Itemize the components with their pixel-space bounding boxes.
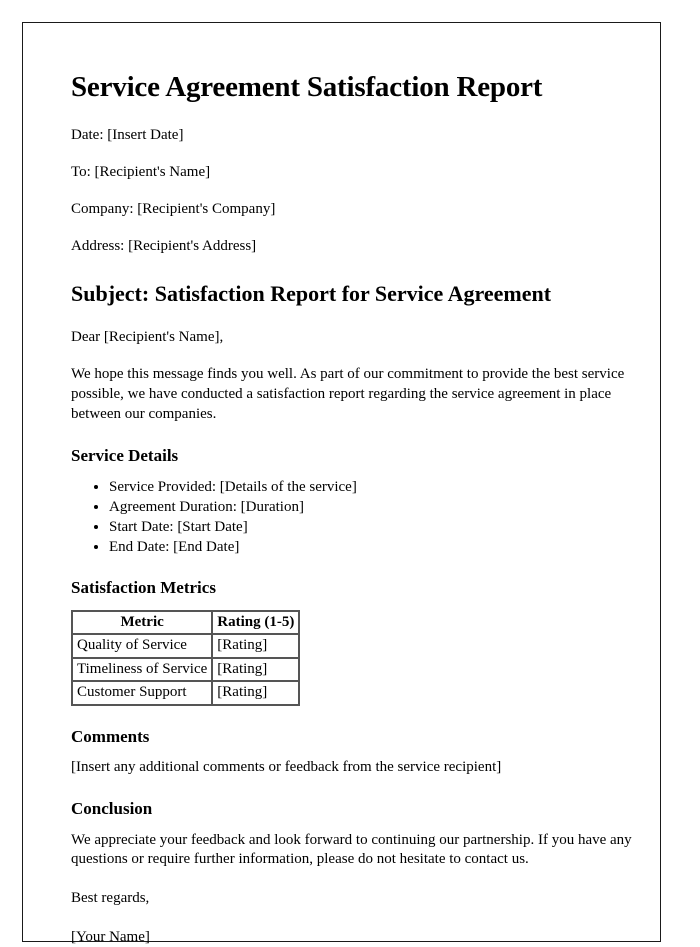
subject-heading: Subject: Satisfaction Report for Service… [71,281,552,307]
comments-heading: Comments [71,726,150,746]
page-title: Service Agreement Satisfaction Report [71,71,543,103]
satisfaction-metrics-table: Metric Rating (1-5) Quality of Service [… [71,609,301,706]
table-row: Timeliness of Service [Rating] [72,657,300,682]
service-details-heading: Service Details [71,446,179,466]
signature-line: [Your Name] [71,928,150,945]
table-row: Customer Support [Rating] [72,681,300,705]
salutation: Dear [Recipient's Name], [71,328,224,345]
conclusion-heading: Conclusion [71,799,153,819]
meta-recipient-address: Address: [Recipient's Address] [71,237,257,254]
cell-metric-name: Customer Support [72,681,213,705]
list-item: Start Date: [Start Date] [109,518,649,538]
table-row: Quality of Service [Rating] [72,634,300,658]
cell-rating-value: [Rating] [212,657,300,682]
document-page: Service Agreement Satisfaction Report Da… [22,22,661,945]
cell-rating-value: [Rating] [212,634,300,658]
comments-text: [Insert any additional comments or feedb… [71,759,502,776]
list-item: Service Provided: [Details of the servic… [109,478,649,498]
closing-line: Best regards, [71,890,150,907]
meta-recipient-company: Company: [Recipient's Company] [71,200,276,217]
list-item: Agreement Duration: [Duration] [109,498,649,518]
intro-paragraph: We hope this message finds you well. As … [71,366,625,423]
meta-recipient-name: To: [Recipient's Name] [71,164,211,181]
column-header-metric: Metric [72,610,213,635]
satisfaction-metrics-heading: Satisfaction Metrics [71,578,216,598]
column-header-rating: Rating (1-5) [212,610,300,635]
cell-metric-name: Timeliness of Service [72,657,213,682]
service-details-list: Service Provided: [Details of the servic… [71,478,649,558]
meta-date: Date: [Insert Date] [71,127,184,144]
document-body: Service Agreement Satisfaction Report Da… [71,71,649,947]
table-header-row: Metric Rating (1-5) [72,610,300,635]
cell-rating-value: [Rating] [212,681,300,705]
list-item: End Date: [End Date] [109,538,649,558]
conclusion-text: We appreciate your feedback and look for… [71,831,632,868]
cell-metric-name: Quality of Service [72,634,213,658]
